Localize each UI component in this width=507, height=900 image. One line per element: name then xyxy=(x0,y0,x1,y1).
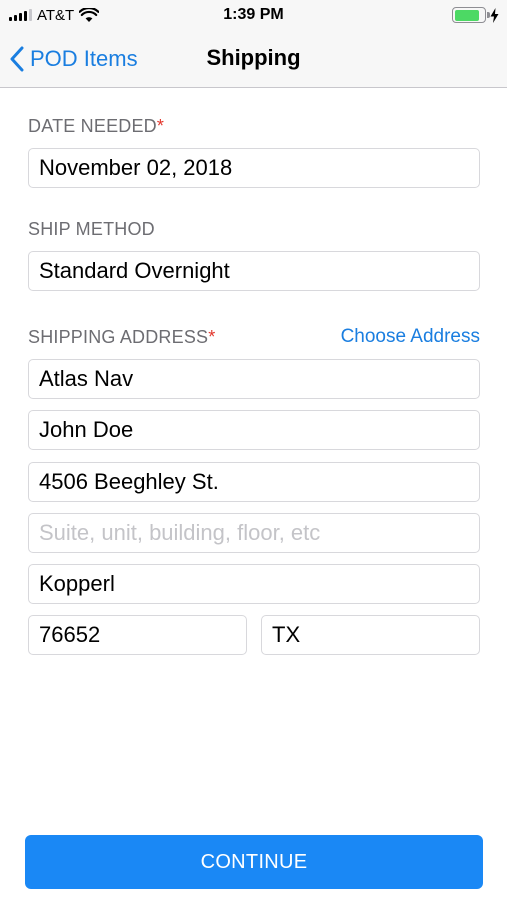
chevron-left-icon xyxy=(10,46,24,72)
suite-field[interactable]: Suite, unit, building, floor, etc xyxy=(28,513,480,553)
charging-bolt-icon xyxy=(490,7,499,23)
name-field[interactable]: John Doe xyxy=(28,410,480,450)
battery-icon xyxy=(452,7,490,23)
date-needed-field[interactable]: November 02, 2018 xyxy=(28,148,480,188)
status-bar: AT&T 1:39 PM xyxy=(0,0,507,30)
company-field[interactable]: Atlas Nav xyxy=(28,359,480,399)
shipping-address-label: SHIPPING ADDRESS* xyxy=(28,327,216,347)
state-field[interactable]: TX xyxy=(261,615,480,655)
back-button-label: POD Items xyxy=(30,46,138,71)
shipping-screen: AT&T 1:39 PM POD Items Shipping DATE NEE… xyxy=(0,0,507,900)
back-button[interactable]: POD Items xyxy=(10,42,138,76)
ship-method-label: SHIP METHOD xyxy=(28,219,155,239)
zip-field[interactable]: 76652 xyxy=(28,615,247,655)
required-marker: * xyxy=(208,327,216,347)
status-time: 1:39 PM xyxy=(223,6,284,23)
navigation-bar: POD Items Shipping xyxy=(0,30,507,88)
choose-address-link[interactable]: Choose Address xyxy=(341,326,480,348)
battery-level xyxy=(454,9,480,21)
required-marker: * xyxy=(156,116,165,136)
continue-button[interactable]: CONTINUE xyxy=(25,835,483,889)
city-field[interactable]: Kopperl xyxy=(28,564,480,604)
ship-method-field[interactable]: Standard Overnight xyxy=(28,251,480,291)
date-needed-label: DATE NEEDED* xyxy=(28,116,165,136)
street-field[interactable]: 4506 Beeghley St. xyxy=(28,462,480,502)
